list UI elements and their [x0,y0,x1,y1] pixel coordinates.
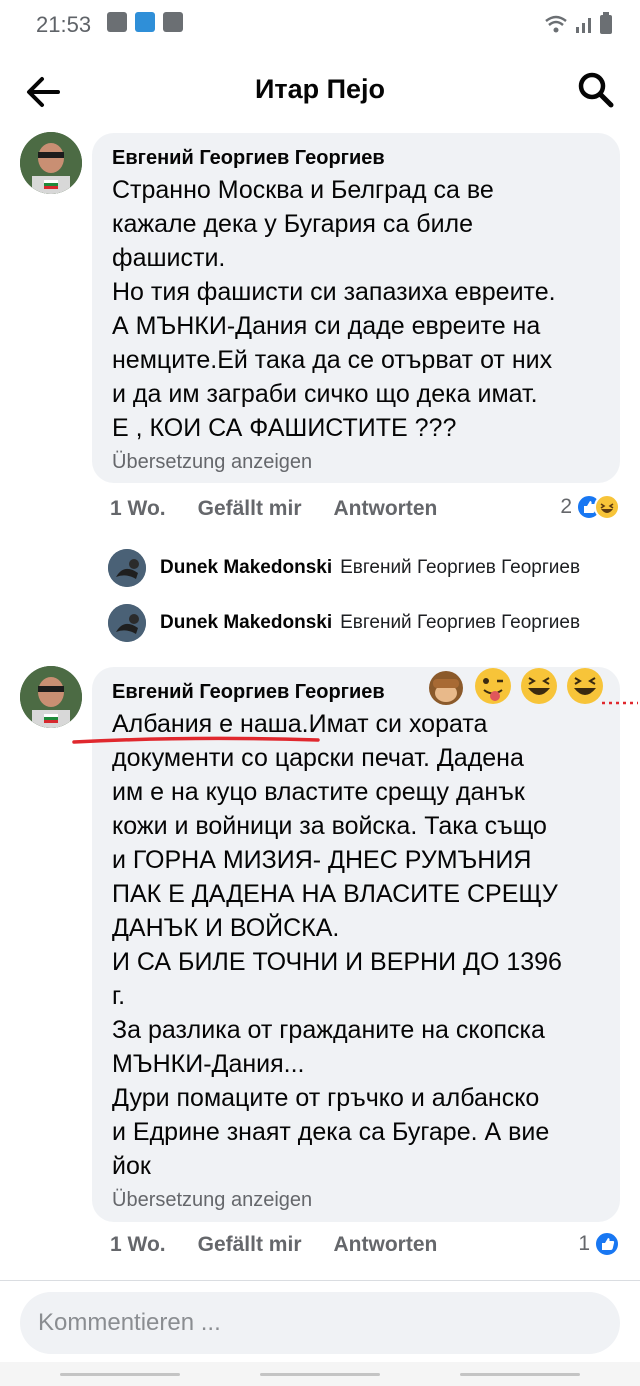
red-underline-annotation [72,736,320,744]
see-no-evil-monkey-icon [429,671,463,705]
profile-photo [108,549,146,587]
signal-icon [576,18,591,33]
nav-back-handle[interactable] [460,1373,580,1376]
system-nav-bar [0,1362,640,1386]
emoji-sticker-group [425,666,605,708]
notification-icons [107,12,183,32]
comment-bubble: Евгений Георгиев Георгиев Албания е наша… [92,667,620,1222]
like-button[interactable]: Gefällt mir [198,497,302,521]
reaction-count: 1 [578,1232,590,1255]
reaction-count: 2 [560,495,572,518]
avatar[interactable] [20,132,82,194]
comment-actions: 1 Wo. Gefällt mir Antworten [110,497,437,521]
comment-actions: 1 Wo. Gefällt mir Antworten [110,1233,437,1257]
comment-time: 1 Wo. [110,497,166,520]
nav-home-handle[interactable] [260,1373,380,1376]
divider [0,1280,640,1281]
profile-photo [20,132,82,194]
app-header: Итар Пејо [0,52,640,130]
gallery-icon [107,12,127,32]
reply-button[interactable]: Antworten [334,1233,438,1257]
reply-preview: Евгений Георгиев Георгиев [340,557,581,578]
haha-reaction-icon [594,494,620,520]
comment-author[interactable]: Евгений Георгиев Георгиев [112,145,600,171]
status-bar: 21:53 [0,0,640,50]
messenger-icon [135,12,155,32]
profile-photo [20,666,82,728]
translate-link[interactable]: Übersetzung anzeigen [112,1187,600,1213]
reply-preview: Евгений Георгиев Георгиев [340,612,581,633]
comment-input[interactable]: Kommentieren ... [20,1292,620,1354]
reply-author[interactable]: Dunek Makedonski [160,557,332,579]
wifi-icon [545,15,567,33]
status-time: 21:53 [36,12,92,37]
avatar[interactable] [20,666,82,728]
status-right [544,12,612,34]
like-button[interactable]: Gefällt mir [198,1233,302,1257]
reaction-summary[interactable]: 1 [578,1231,620,1257]
battery-icon [600,12,612,34]
nav-recent-handle[interactable] [60,1373,180,1376]
translate-link[interactable]: Übersetzung anzeigen [112,449,600,475]
winking-tongue-emoji-icon [475,668,511,704]
checkbox-icon [163,12,183,32]
reaction-summary[interactable]: 2 [560,494,620,520]
grinning-squinting-emoji-icon [521,668,557,704]
page-title: Итар Пејо [254,74,386,104]
reply-item[interactable]: Dunek Makedonski Евгений Георгиев Георги… [108,549,613,587]
grinning-squinting-emoji-icon [567,668,603,704]
avatar[interactable] [108,549,146,587]
red-dotted-mark [602,701,638,705]
comment-time: 1 Wo. [110,1233,166,1256]
like-reaction-icon [594,1231,620,1257]
reply-item[interactable]: Dunek Makedonski Евгений Георгиев Георги… [108,604,613,642]
profile-photo [108,604,146,642]
reply-author[interactable]: Dunek Makedonski [160,612,332,634]
reply-button[interactable]: Antworten [334,497,438,521]
comment-text: Албания е наша.Имат си хората документи … [112,710,562,1180]
search-icon[interactable] [576,70,616,110]
comment-bubble: Евгений Георгиев Георгиев Странно Москва… [92,133,620,483]
comment-text: Странно Москва и Белград са ве кажале де… [112,176,556,442]
avatar[interactable] [108,604,146,642]
